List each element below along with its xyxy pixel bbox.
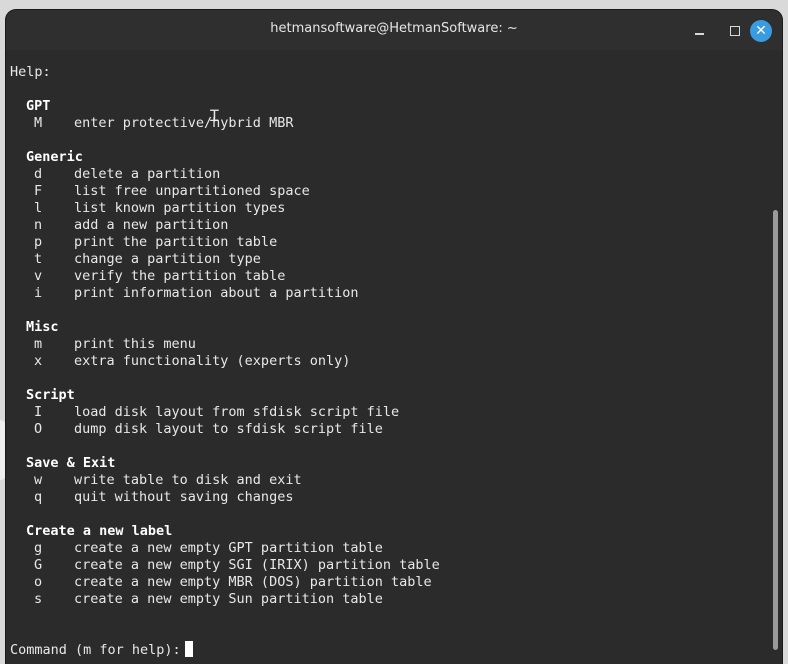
section-title: Misc [26, 319, 59, 335]
command-key: F [34, 183, 43, 199]
command-description: list known partition types [74, 200, 286, 216]
command-row: Gcreate a new empty SGI (IRIX) partition… [34, 557, 440, 574]
minimize-button[interactable] [688, 20, 710, 42]
command-description: create a new empty SGI (IRIX) partition … [74, 557, 440, 573]
command-row: d delete a partition [34, 166, 220, 183]
command-row: s create a new empty Sun partition table [34, 591, 383, 608]
command-description: extra functionality (experts only) [74, 353, 351, 369]
command-key: g [34, 540, 43, 556]
command-row: t change a partition type [34, 251, 261, 268]
command-key: l [34, 200, 43, 216]
command-row: Menter protective/hybrid MBR [34, 115, 293, 132]
command-key: d [34, 166, 43, 182]
command-row: g create a new empty GPT partition table [34, 540, 383, 557]
command-description: print information about a partition [74, 285, 359, 301]
command-key: q [34, 489, 43, 505]
command-row: i print information about a partition [34, 285, 358, 302]
command-row: p print the partition table [34, 234, 277, 251]
minimize-icon [694, 33, 704, 35]
command-key: s [34, 591, 43, 607]
close-icon: ✕ [755, 23, 767, 39]
command-key: x [34, 353, 43, 369]
maximize-icon [730, 26, 740, 36]
command-row: w write table to disk and exit [34, 472, 302, 489]
command-description: enter protective/hybrid MBR [74, 115, 294, 131]
command-key: O [34, 421, 43, 437]
command-prompt[interactable]: Command (m for help): [10, 641, 193, 659]
command-key: m [34, 336, 43, 352]
command-description: write table to disk and exit [74, 472, 302, 488]
window-title: hetmansoftware@HetmanSoftware: ~ [270, 21, 518, 36]
command-description: load disk layout from sfdisk script file [74, 404, 400, 420]
scrollbar[interactable] [773, 210, 778, 650]
command-key: i [34, 285, 43, 301]
command-description: add a new partition [74, 217, 229, 233]
command-description: create a new empty MBR (DOS) partition t… [74, 574, 432, 590]
section-title: GPT [26, 98, 51, 114]
command-key: v [34, 268, 43, 284]
section-title: Create a new label [26, 523, 173, 539]
command-description: list free unpartitioned space [74, 183, 310, 199]
command-description: create a new empty Sun partition table [74, 591, 383, 607]
close-button[interactable]: ✕ [750, 20, 772, 42]
command-row: o create a new empty MBR (DOS) partition … [34, 574, 432, 591]
command-row: n add a new partition [34, 217, 228, 234]
command-key: o [34, 574, 43, 590]
command-key: M [34, 115, 43, 131]
command-description: delete a partition [74, 166, 221, 182]
section-title: Script [26, 387, 75, 403]
command-key: I [34, 404, 43, 420]
command-description: print this menu [74, 336, 196, 352]
command-description: verify the partition table [74, 268, 286, 284]
command-description: create a new empty GPT partition table [74, 540, 383, 556]
command-key: w [34, 472, 43, 488]
command-row: v verify the partition table [34, 268, 285, 285]
text-cursor-icon: Ɪ [210, 106, 219, 125]
command-row: l list known partition types [34, 200, 285, 217]
command-description: change a partition type [74, 251, 261, 267]
command-description: quit without saving changes [74, 489, 294, 505]
command-row: m print this menu [34, 336, 196, 353]
command-row: q quit without saving changes [34, 489, 293, 506]
section-title: Generic [26, 149, 83, 165]
command-key: t [34, 251, 43, 267]
command-key: G [34, 557, 43, 573]
maximize-button[interactable] [724, 20, 746, 42]
command-row: Odump disk layout to sfdisk script file [34, 421, 383, 438]
command-description: dump disk layout to sfdisk script file [74, 421, 383, 437]
terminal-window: hetmansoftware@HetmanSoftware: ~ ✕ Help:… [6, 10, 782, 664]
command-key: n [34, 217, 43, 233]
command-row: Iload disk layout from sfdisk script fil… [34, 404, 399, 421]
help-header: Help: [10, 64, 51, 80]
command-description: print the partition table [74, 234, 278, 250]
title-bar[interactable]: hetmansoftware@HetmanSoftware: ~ ✕ [6, 10, 782, 50]
prompt-text: Command (m for help): [10, 642, 181, 658]
command-row: x extra functionality (experts only) [34, 353, 350, 370]
terminal-output[interactable]: Help: GPT Menter protective/hybrid MBR Gen… [6, 50, 782, 664]
command-row: Flist free unpartitioned space [34, 183, 310, 200]
text-cursor [184, 641, 193, 657]
section-title: Save & Exit [26, 455, 116, 471]
command-key: p [34, 234, 43, 250]
